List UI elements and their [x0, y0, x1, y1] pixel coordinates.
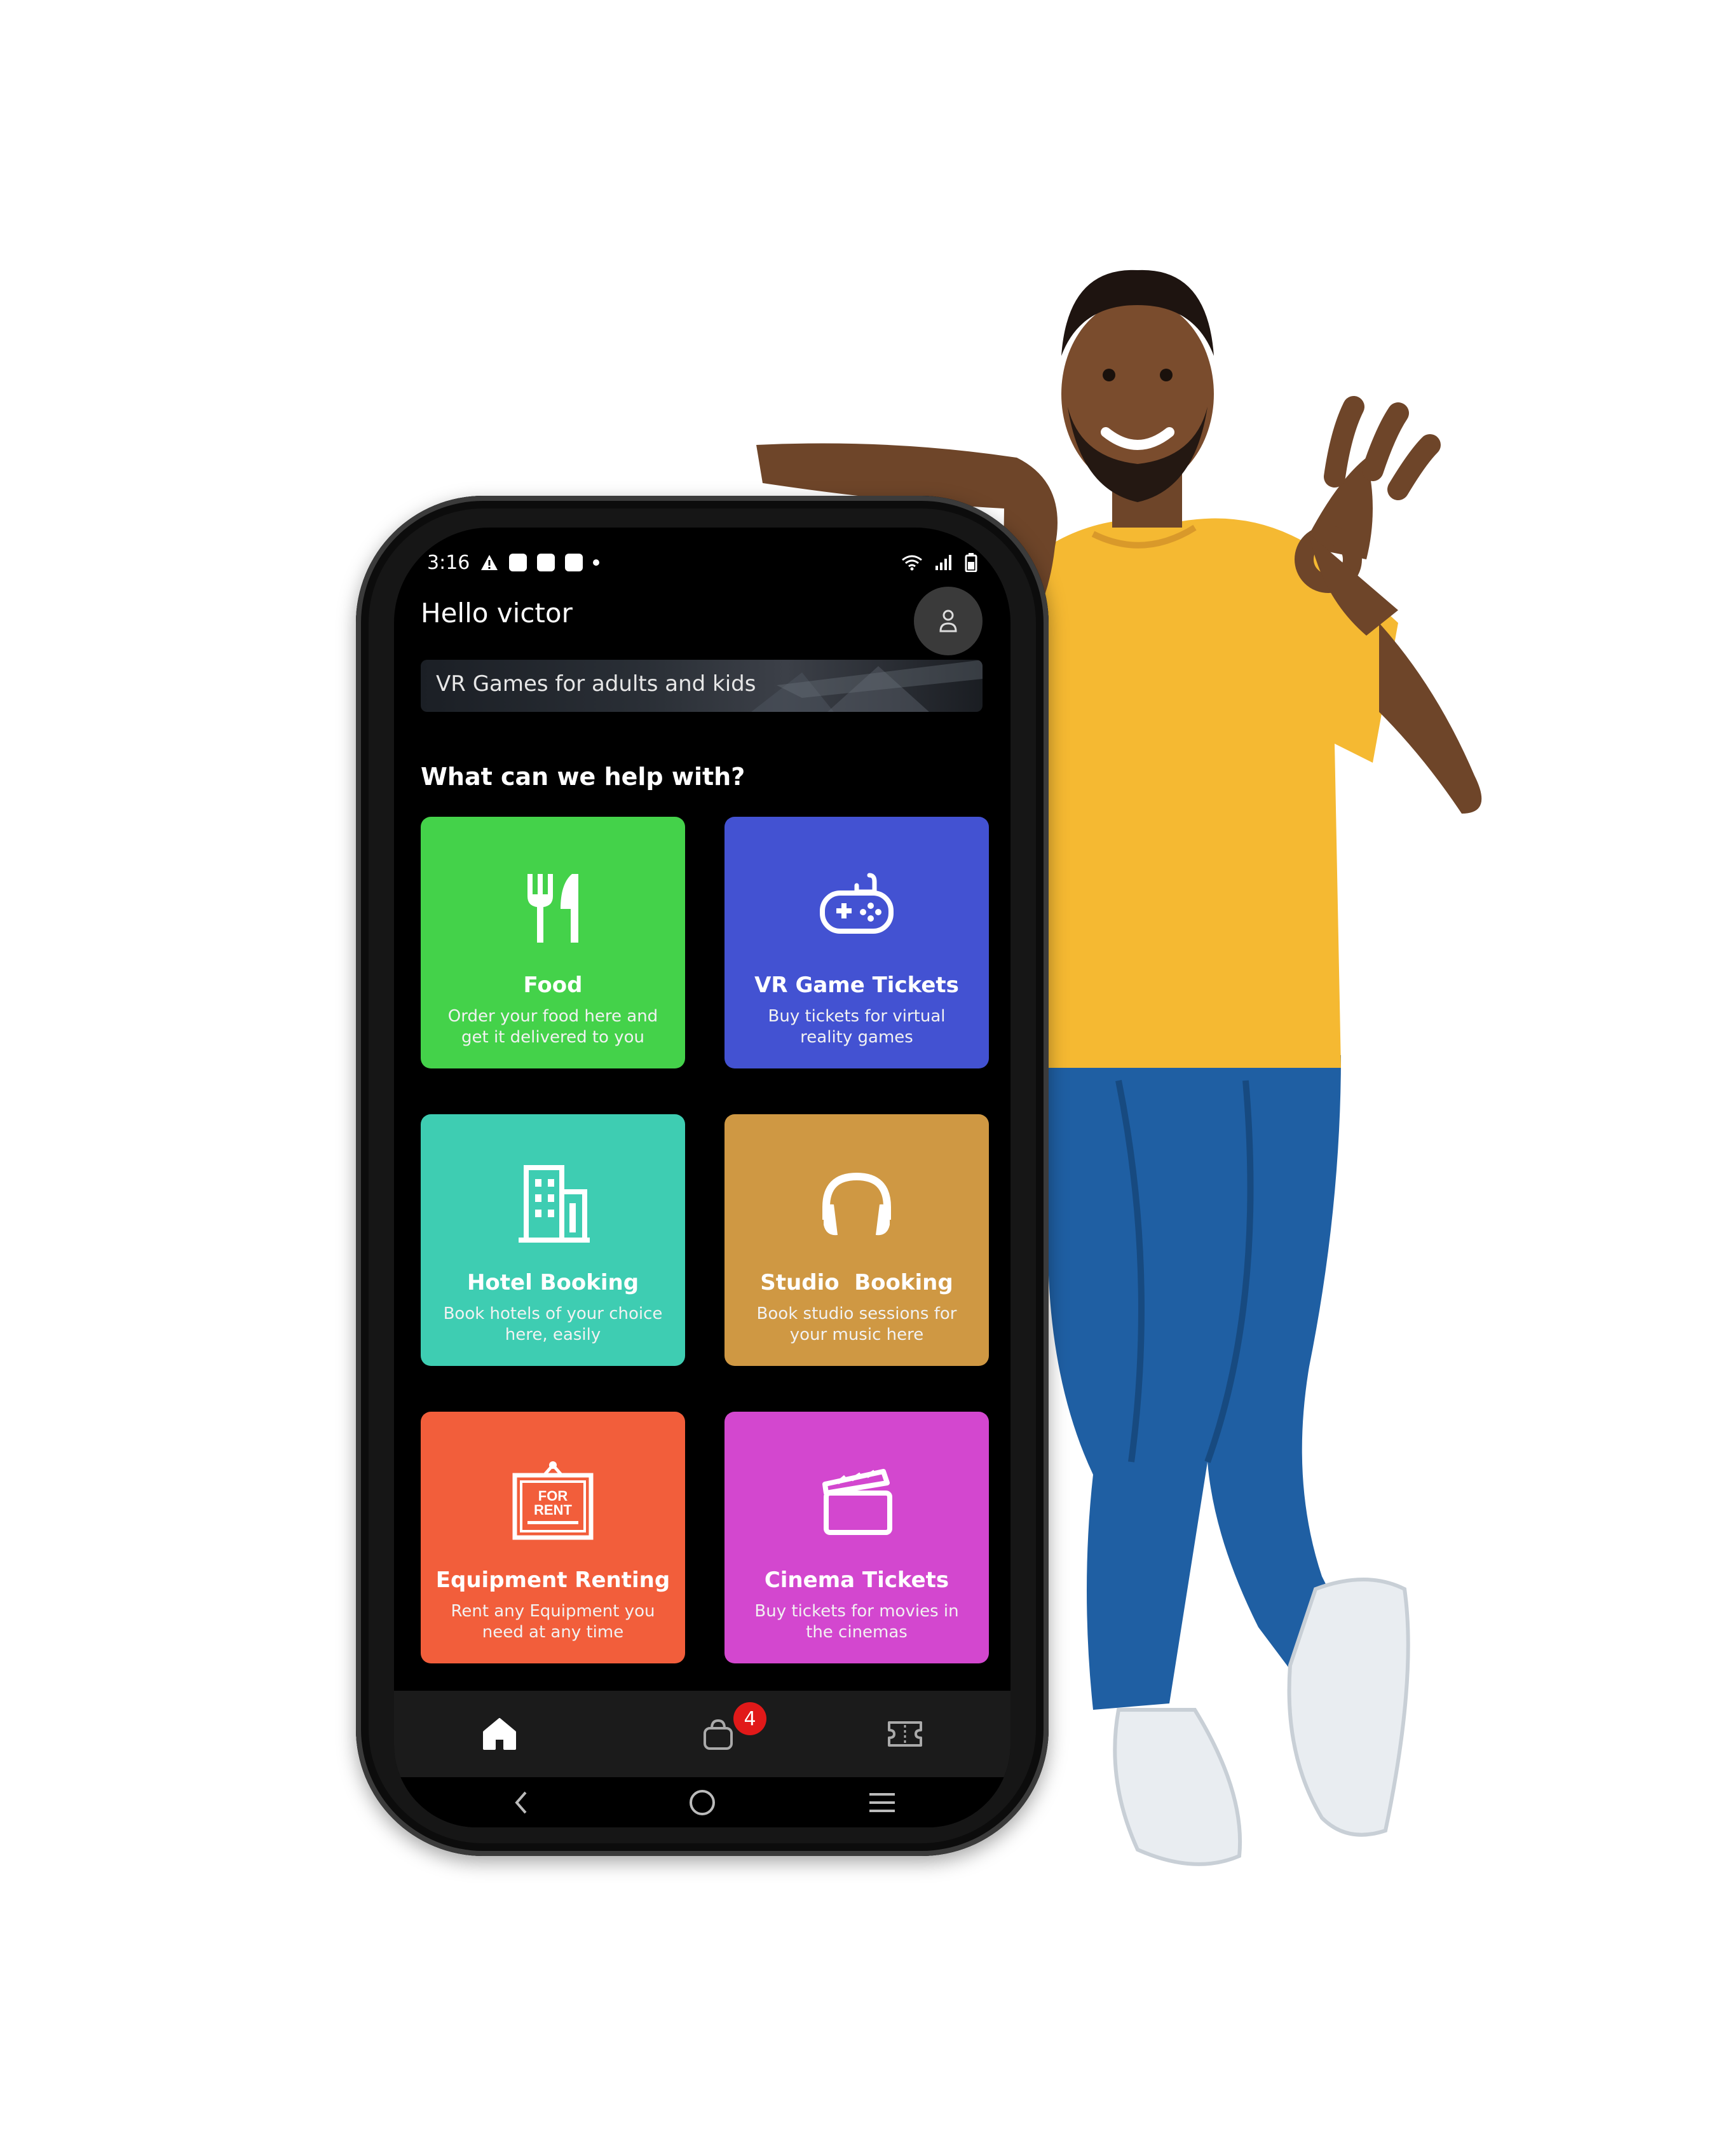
battery-icon	[965, 553, 977, 572]
service-title: Equipment Renting	[435, 1567, 670, 1593]
promo-banner[interactable]: VR Games for adults and kids	[421, 660, 983, 712]
fork-knife-icon	[527, 874, 578, 943]
status-right	[901, 553, 977, 572]
section-title: What can we help with?	[421, 763, 745, 791]
system-recents-button[interactable]	[863, 1785, 901, 1820]
greeting-text: Hello victor	[421, 597, 573, 629]
notification-icon	[509, 554, 527, 571]
for-rent-sign-text: RENT	[534, 1502, 572, 1518]
banner-text: VR Games for adults and kids	[436, 671, 756, 697]
status-left: 3:16	[427, 551, 600, 574]
wifi-icon	[902, 555, 922, 571]
service-title: Studio Booking	[760, 1270, 953, 1295]
phone-screen: 3:16 Hello victor VR Games for adults an…	[394, 528, 1010, 1827]
service-description: Book hotels of your choice here, easily	[443, 1304, 663, 1344]
service-card-vr-game-tickets[interactable]: VR Game Tickets Buy tickets for virtual …	[724, 817, 989, 1068]
gamepad-icon	[820, 873, 894, 934]
service-title: Food	[523, 972, 583, 998]
service-card-equipment-renting[interactable]: FOR RENT Equipment Renting Rent any Equi…	[421, 1412, 685, 1663]
status-bar: 3:16	[427, 540, 977, 585]
service-title: Hotel Booking	[466, 1270, 639, 1295]
service-title: VR Game Tickets	[754, 972, 959, 998]
signal-icon	[935, 555, 951, 570]
service-card-studio-booking[interactable]: Studio Booking Book studio sessions for …	[724, 1114, 989, 1366]
clapperboard-icon	[822, 1469, 892, 1535]
back-arrow-icon	[515, 1791, 527, 1814]
system-home-button[interactable]	[683, 1785, 721, 1820]
user-icon	[939, 610, 957, 632]
home-icon	[483, 1718, 516, 1750]
nav-tickets[interactable]	[882, 1711, 928, 1757]
shopping-bag-icon	[704, 1719, 733, 1750]
service-description: Book studio sessions for your music here	[756, 1304, 957, 1344]
warning-icon	[481, 555, 498, 570]
service-card-hotel-booking[interactable]: Hotel Booking Book hotels of your choice…	[421, 1114, 685, 1366]
service-description: Rent any Equipment you need at any time	[451, 1602, 655, 1642]
cart-badge: 4	[733, 1702, 766, 1735]
service-title: Cinema Tickets	[764, 1567, 949, 1593]
home-circle-icon	[690, 1790, 715, 1815]
for-rent-sign-icon: FOR RENT	[512, 1461, 594, 1540]
more-notifications-icon	[593, 559, 600, 566]
service-description: Buy tickets for movies in the cinemas	[754, 1602, 959, 1642]
ticket-icon	[888, 1721, 922, 1747]
building-icon	[519, 1165, 590, 1243]
profile-button[interactable]	[914, 587, 983, 655]
service-card-cinema-tickets[interactable]: Cinema Tickets Buy tickets for movies in…	[724, 1412, 989, 1663]
status-time: 3:16	[427, 551, 470, 574]
recents-icon	[869, 1793, 895, 1812]
headphones-icon	[822, 1172, 891, 1236]
notification-icon	[565, 554, 583, 571]
service-description: Buy tickets for virtual reality games	[768, 1007, 946, 1047]
service-card-food[interactable]: Food Order your food here and get it del…	[421, 817, 685, 1068]
notification-icon	[537, 554, 555, 571]
nav-home[interactable]	[477, 1711, 522, 1757]
service-description: Order your food here and get it delivere…	[447, 1007, 658, 1047]
system-nav-bar	[394, 1777, 1010, 1827]
system-back-button[interactable]	[502, 1785, 540, 1820]
bottom-nav: 4	[394, 1691, 1010, 1777]
